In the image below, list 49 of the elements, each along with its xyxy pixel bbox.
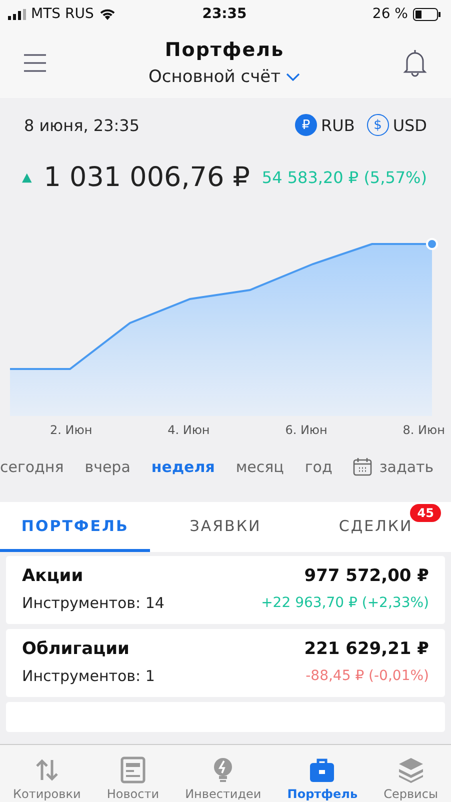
asset-name: Облигации	[22, 639, 130, 659]
asset-value: 221 629,21 ₽	[304, 639, 429, 659]
axis-label: 8. Июн	[402, 423, 445, 437]
nav-tab[interactable]: Сервисы	[384, 745, 438, 802]
nav-tab[interactable]: Инвестидеи	[185, 745, 262, 802]
nav-tab[interactable]: Новости	[106, 745, 159, 802]
account-selector[interactable]: Основной счёт	[148, 67, 300, 87]
carrier-name: MTS RUS	[31, 6, 94, 22]
asset-card[interactable]: Облигации 221 629,21 ₽ Инструментов: 1 -88,45 ₽ (-0,01%)	[6, 629, 445, 697]
currency-toggle[interactable]: $ USD	[366, 114, 427, 136]
portfolio-total: 1 031 006,76 ₽	[44, 162, 250, 193]
menu-icon[interactable]	[24, 53, 46, 73]
nav-tab[interactable]: Портфель	[287, 745, 358, 802]
axis-label: 2. Июн	[50, 423, 92, 437]
news-icon	[118, 756, 147, 784]
asset-name: Акции	[22, 566, 84, 586]
battery-percent: 26 %	[372, 6, 408, 22]
calendar-icon	[353, 457, 372, 476]
instrument-count: Инструментов: 14	[22, 594, 164, 612]
currency-toggle[interactable]: ₽ RUB	[295, 114, 355, 136]
bell-icon[interactable]	[402, 49, 427, 77]
asset-value: 977 572,00 ₽	[304, 566, 429, 586]
period-option[interactable]: год	[304, 458, 332, 476]
battery-icon	[412, 8, 441, 20]
period-option[interactable]: задать	[353, 457, 434, 476]
portfolio-change: 54 583,20 ₽ (5,57%)	[262, 168, 427, 187]
period-option[interactable]: месяц	[236, 458, 284, 476]
count-badge: 45	[410, 504, 441, 522]
layers-icon	[396, 756, 425, 784]
period-option[interactable]: вчера	[84, 458, 130, 476]
triangle-up-icon	[22, 170, 32, 184]
instrument-count: Инструментов: 1	[22, 667, 155, 685]
wifi-icon	[98, 8, 116, 20]
nav-tab[interactable]: Котировки	[13, 745, 81, 802]
page-title: Портфель	[164, 39, 284, 61]
period-option[interactable]: неделя	[151, 458, 215, 476]
axis-label: 6. Июн	[285, 423, 328, 437]
signal-icon	[8, 8, 26, 20]
currency-symbol: $	[366, 114, 389, 136]
currency-symbol: ₽	[295, 114, 317, 136]
date-time: 8 июня, 23:35	[24, 116, 140, 134]
asset-card[interactable]: Акции 977 572,00 ₽ Инструментов: 14 +22 963,70 ₽ (+2,33%)	[6, 556, 445, 624]
clock-time: 23:35	[202, 6, 247, 22]
period-option[interactable]: сегодня	[0, 458, 64, 476]
axis-label: 4. Июн	[168, 423, 210, 437]
chevron-down-icon	[286, 73, 300, 81]
briefcase-icon	[308, 756, 336, 784]
asset-change: -88,45 ₽ (-0,01%)	[306, 668, 429, 684]
asset-change: +22 963,70 ₽ (+2,33%)	[261, 595, 429, 611]
